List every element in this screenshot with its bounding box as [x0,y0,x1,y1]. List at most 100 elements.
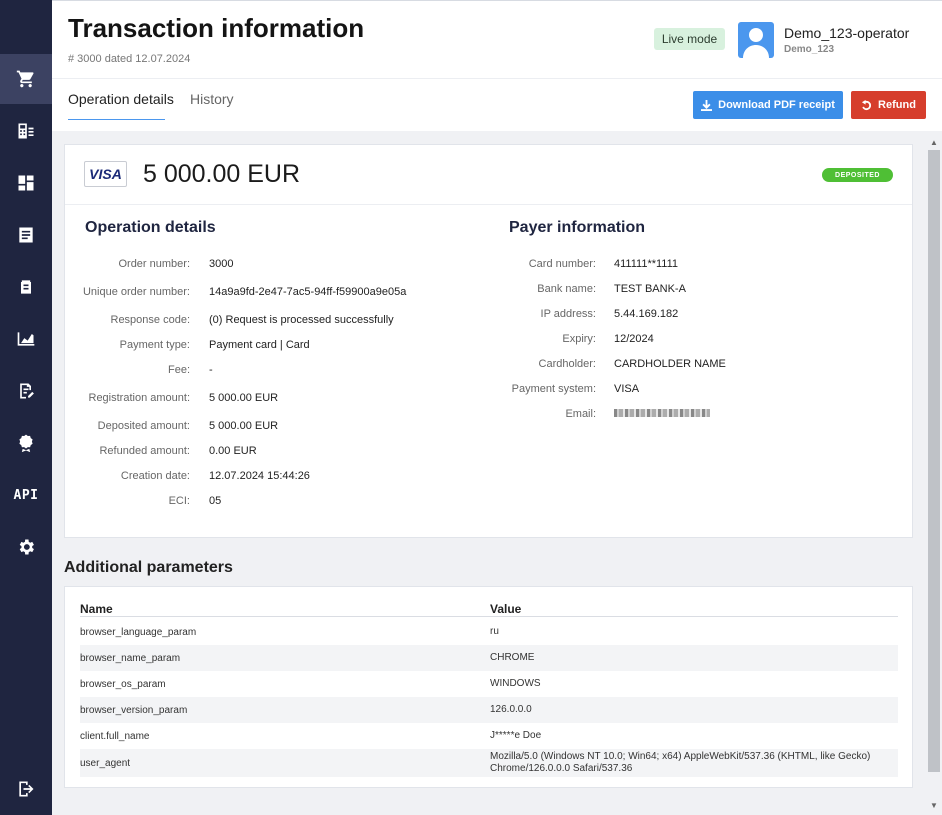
sidebar-item-analytics[interactable] [0,314,52,364]
field-label: IP address: [540,307,596,320]
field-value: CARDHOLDER NAME [614,357,726,370]
field-label: Email: [565,407,596,420]
column-header-name: Name [80,602,113,616]
additional-parameters-table: Name Value browser_language_param ru bro… [64,586,913,788]
field-value [614,408,794,421]
table-row: browser_language_param ru [80,619,898,645]
table-row: user_agent Mozilla/5.0 (Windows NT 10.0;… [80,749,898,777]
shopping-cart-icon [16,70,34,88]
transaction-amount: 5 000.00 EUR [143,160,301,188]
field-value: 3000 [209,257,234,270]
scrollbar-thumb[interactable] [928,150,940,772]
header-divider [80,616,898,617]
field-label: ECI: [168,494,190,507]
sidebar-item-transactions[interactable] [0,54,52,104]
user-name[interactable]: Demo_123-operator [784,25,909,41]
field-label: Bank name: [537,282,596,295]
sidebar-item-settings[interactable] [0,522,52,572]
field-value: 12/2024 [614,332,654,345]
field-label: Creation date: [120,469,190,482]
field-value: 0.00 EUR [209,444,257,457]
operation-row: Response code: (0) Request is processed … [65,313,439,327]
sidebar-item-reports[interactable] [0,210,52,260]
active-tab-indicator [68,119,165,120]
sidebar-item-api[interactable]: API [0,470,52,520]
param-name: browser_version_param [80,704,188,716]
field-value: 14a9a9fd-2e47-7ac5-94ff-f59900a9e05a [209,285,407,298]
table-row: browser_os_param WINDOWS [80,671,898,697]
field-value: 05 [209,494,222,507]
param-name: browser_name_param [80,652,181,664]
operation-row: Registration amount: 5 000.00 EUR [65,384,439,412]
sidebar-item-dashboard[interactable] [0,158,52,208]
area-chart-icon [17,332,35,346]
user-icon [743,28,769,58]
field-value: 5 000.00 EUR [209,419,279,432]
field-label: Payment type: [119,338,190,351]
table-row: browser_name_param CHROME [80,645,898,671]
operation-row: Fee: - [65,363,439,377]
payer-row: Card number: 411111**1111 [464,257,794,271]
sidebar-item-invoices[interactable] [0,366,52,416]
operation-row: Unique order number: 14a9a9fd-2e47-7ac5-… [65,278,439,306]
field-label: Unique order number: [82,285,190,298]
payer-row: Cardholder: CARDHOLDER NAME [464,357,794,371]
payer-row: Payment system: VISA [464,382,794,396]
payer-row: Bank name: TEST BANK-A [464,282,794,296]
param-value: J*****e Doe [490,730,542,741]
field-label: Response code: [110,313,191,326]
field-value: Payment card | Card [209,338,310,351]
transaction-card: VISA 5 000.00 EUR DEPOSITED Operation de… [64,144,913,538]
payer-row: IP address: 5.44.169.182 [464,307,794,321]
field-label: Refunded amount: [99,444,190,457]
field-label: Registration amount: [88,391,191,404]
logout-icon [19,781,34,797]
live-mode-badge[interactable]: Live mode [654,28,725,50]
sidebar-item-terminals[interactable] [0,106,52,156]
award-icon [19,434,33,453]
avatar[interactable] [738,22,774,58]
page-header: Transaction information # 3000 dated 12.… [52,0,942,131]
field-value: (0) Request is processed successfully [209,313,394,326]
param-value: WINDOWS [490,678,541,689]
scroll-down-arrow[interactable]: ▼ [929,800,939,810]
scroll-up-arrow[interactable]: ▲ [929,137,939,147]
field-value: 5 000.00 EUR [209,391,279,404]
page-title: Transaction information [68,13,365,43]
field-value: - [209,363,213,376]
field-value: VISA [614,382,640,395]
payer-row: Email: [464,407,794,421]
operation-row: Order number: 3000 [65,257,439,271]
param-value: CHROME [490,652,535,663]
param-name: client.full_name [80,730,150,742]
field-label: Expiry: [562,332,596,345]
email-redacted [614,408,710,417]
param-value: ru [490,626,499,637]
tab-history[interactable]: History [190,91,234,107]
download-pdf-button[interactable]: Download PDF receipt [693,91,843,119]
refund-label: Refund [878,99,916,111]
refund-button[interactable]: Refund [851,91,926,119]
field-label: Card number: [528,257,596,270]
param-name: browser_os_param [80,678,166,690]
field-label: Fee: [167,363,190,376]
tab-operation-details[interactable]: Operation details [68,91,174,107]
table-row: client.full_name J*****e Doe [80,723,898,749]
operation-row: ECI: 05 [65,494,439,508]
field-value: 411111**1111 [614,257,679,270]
operation-row: Refunded amount: 0.00 EUR [65,444,439,458]
operation-row: Deposited amount: 5 000.00 EUR [65,419,439,433]
field-value: TEST BANK-A [614,282,686,295]
merchant-name: Demo_123 [784,44,835,55]
visa-logo: VISA [84,161,127,187]
terminal-icon [18,123,34,139]
sidebar-item-receipts[interactable] [0,262,52,312]
gear-icon [19,539,34,555]
sidebar-item-logout[interactable] [0,764,52,814]
list-document-icon [19,227,33,243]
sidebar-item-certificates[interactable] [0,418,52,468]
additional-parameters-title: Additional parameters [64,559,233,576]
payer-row: Expiry: 12/2024 [464,332,794,346]
transaction-subtitle: # 3000 dated 12.07.2024 [68,53,191,65]
field-label: Payment system: [511,382,596,395]
